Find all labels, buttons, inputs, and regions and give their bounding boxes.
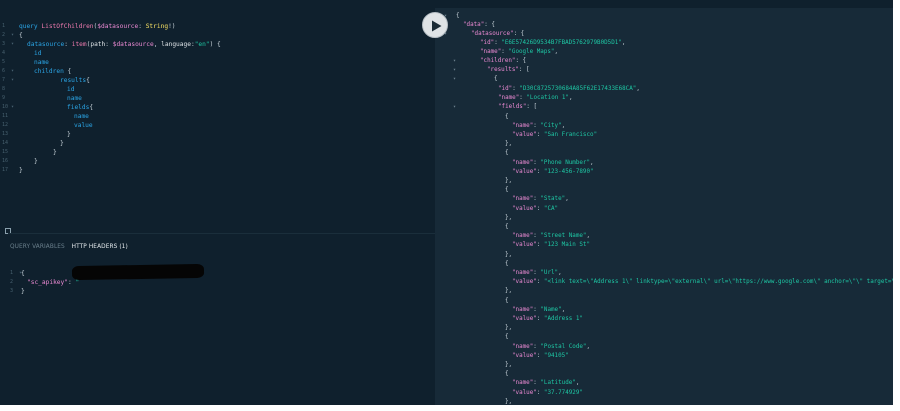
code-line-15: 15} (2, 149, 57, 156)
result-viewer: ▾{ ▾"data": { ▾"datasource": { "id": "E6… (435, 8, 893, 405)
tab-http-headers[interactable]: HTTP HEADERS (1) (72, 242, 128, 252)
fold-toggle-icon[interactable]: ▾ (453, 103, 456, 112)
operation-name: ListOfChildren (41, 23, 94, 30)
headers-line-1[interactable]: 1 ▾{ (8, 260, 30, 277)
code-line-11: 11 name (2, 113, 89, 120)
code-line-9: 9 name (2, 95, 82, 102)
code-line-7: 7 ▾ results{ (2, 77, 90, 84)
code-line-2: 2 ▾{ (2, 32, 23, 39)
code-line-12: 12 value (2, 122, 93, 129)
code-line-13: 13} (2, 131, 71, 138)
variables-tabs: QUERY VARIABLES HTTP HEADERS (1) (10, 242, 133, 252)
header-key: "sc_apikey" (27, 279, 68, 286)
code-line-5: 5 name (2, 59, 49, 66)
code-line-3: 3 ▾ datasource: item(path: $datasource, la… (2, 41, 221, 48)
code-line-16: 16} (2, 158, 38, 165)
code-line-6: 6 ▾ children { (2, 68, 72, 75)
code-line-8: 8 id (2, 86, 75, 93)
query-editor[interactable]: 1 query ListOfChildren($datasource: Strin… (0, 8, 435, 233)
variables-panel: QUERY VARIABLES HTTP HEADERS (1) 1 ▾{ 2 "s… (8, 233, 435, 405)
play-icon (432, 20, 442, 32)
code-line-10: 10 ▾ fields{ (2, 104, 94, 111)
redacted-api-key (71, 263, 205, 281)
code-line-4: 4 id (2, 50, 42, 57)
tab-query-variables[interactable]: QUERY VARIABLES (10, 242, 65, 252)
run-query-button[interactable] (422, 12, 448, 38)
fold-toggle-icon[interactable]: ▾ (453, 66, 456, 75)
headers-line-3[interactable]: 3} (8, 278, 30, 295)
fold-toggle-icon[interactable]: ▾ (453, 57, 456, 66)
code-line-1: 1 query ListOfChildren($datasource: Strin… (2, 23, 176, 30)
fold-toggle-icon[interactable]: ▾ (453, 75, 456, 84)
graphql-playground: 1 query ListOfChildren($datasource: Strin… (0, 0, 893, 405)
headers-line-2[interactable]: 2 "sc_apikey": " (8, 269, 79, 286)
code-line-17: 17} (2, 167, 23, 174)
code-line-14: 14} (2, 140, 64, 147)
